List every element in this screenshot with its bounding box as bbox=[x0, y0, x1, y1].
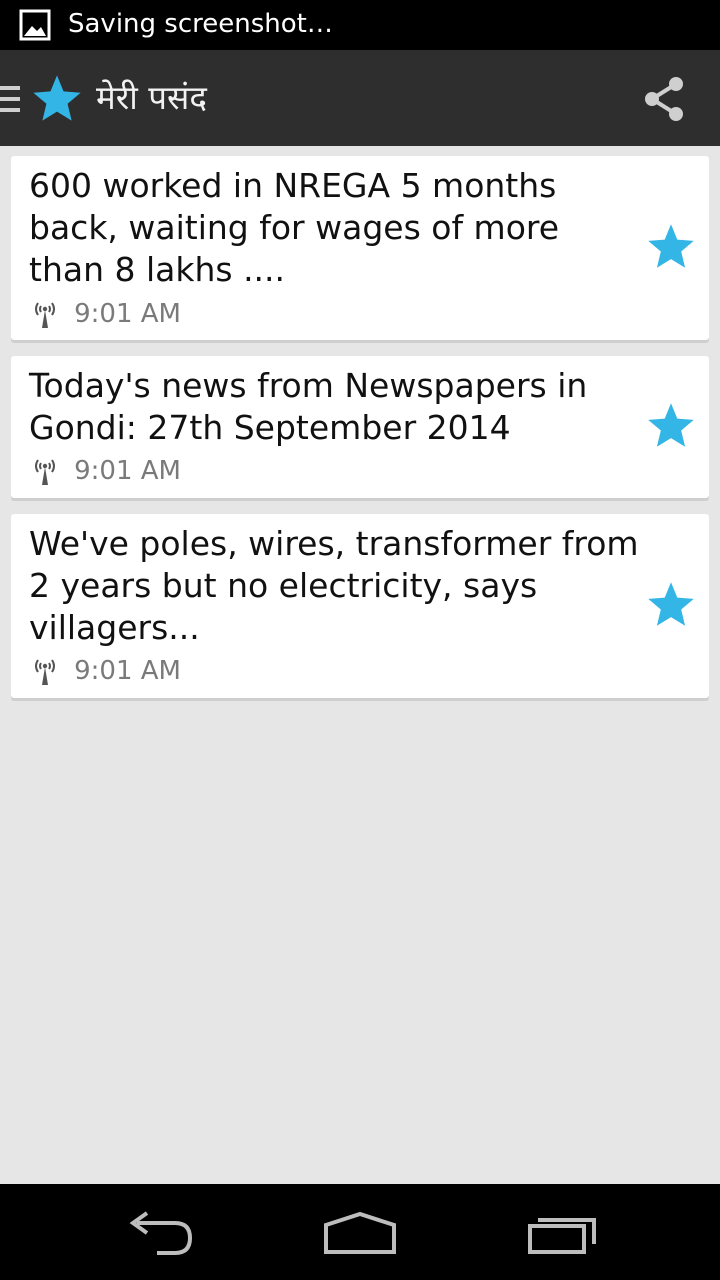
navigation-bar bbox=[0, 1184, 720, 1280]
app-screen: Saving screenshot… मेरी पसंद 600 worked … bbox=[0, 0, 720, 1280]
menu-icon[interactable] bbox=[0, 84, 22, 114]
back-icon[interactable] bbox=[115, 1202, 205, 1262]
antenna-icon bbox=[35, 459, 55, 485]
image-icon bbox=[19, 9, 51, 41]
item-meta: 9:01 AM bbox=[31, 654, 181, 688]
antenna-icon bbox=[35, 302, 55, 328]
item-time: 9:01 AM bbox=[74, 456, 181, 486]
star-icon[interactable] bbox=[645, 221, 697, 273]
page-title: मेरी पसंद bbox=[96, 78, 207, 117]
item-meta: 9:01 AM bbox=[31, 297, 181, 331]
star-icon[interactable] bbox=[30, 72, 84, 126]
share-icon[interactable] bbox=[640, 74, 688, 124]
list-item[interactable]: We've poles, wires, transformer from 2 y… bbox=[11, 514, 709, 698]
recents-icon[interactable] bbox=[517, 1202, 607, 1262]
action-bar: मेरी पसंद bbox=[0, 50, 720, 146]
star-icon[interactable] bbox=[645, 400, 697, 452]
item-time: 9:01 AM bbox=[74, 656, 181, 686]
item-title: We've poles, wires, transformer from 2 y… bbox=[29, 524, 639, 647]
status-notification-text: Saving screenshot… bbox=[68, 9, 333, 39]
item-title: 600 worked in NREGA 5 months back, waiti… bbox=[29, 166, 560, 289]
star-icon[interactable] bbox=[645, 579, 697, 631]
list-item[interactable]: 600 worked in NREGA 5 months back, waiti… bbox=[11, 156, 709, 340]
antenna-icon bbox=[35, 659, 55, 685]
item-time: 9:01 AM bbox=[74, 299, 181, 329]
item-meta: 9:01 AM bbox=[31, 454, 181, 488]
status-bar: Saving screenshot… bbox=[0, 0, 720, 50]
item-title: Today's news from Newspapers in Gondi: 2… bbox=[29, 366, 588, 447]
home-icon[interactable] bbox=[315, 1202, 405, 1262]
list-item[interactable]: Today's news from Newspapers in Gondi: 2… bbox=[11, 356, 709, 498]
